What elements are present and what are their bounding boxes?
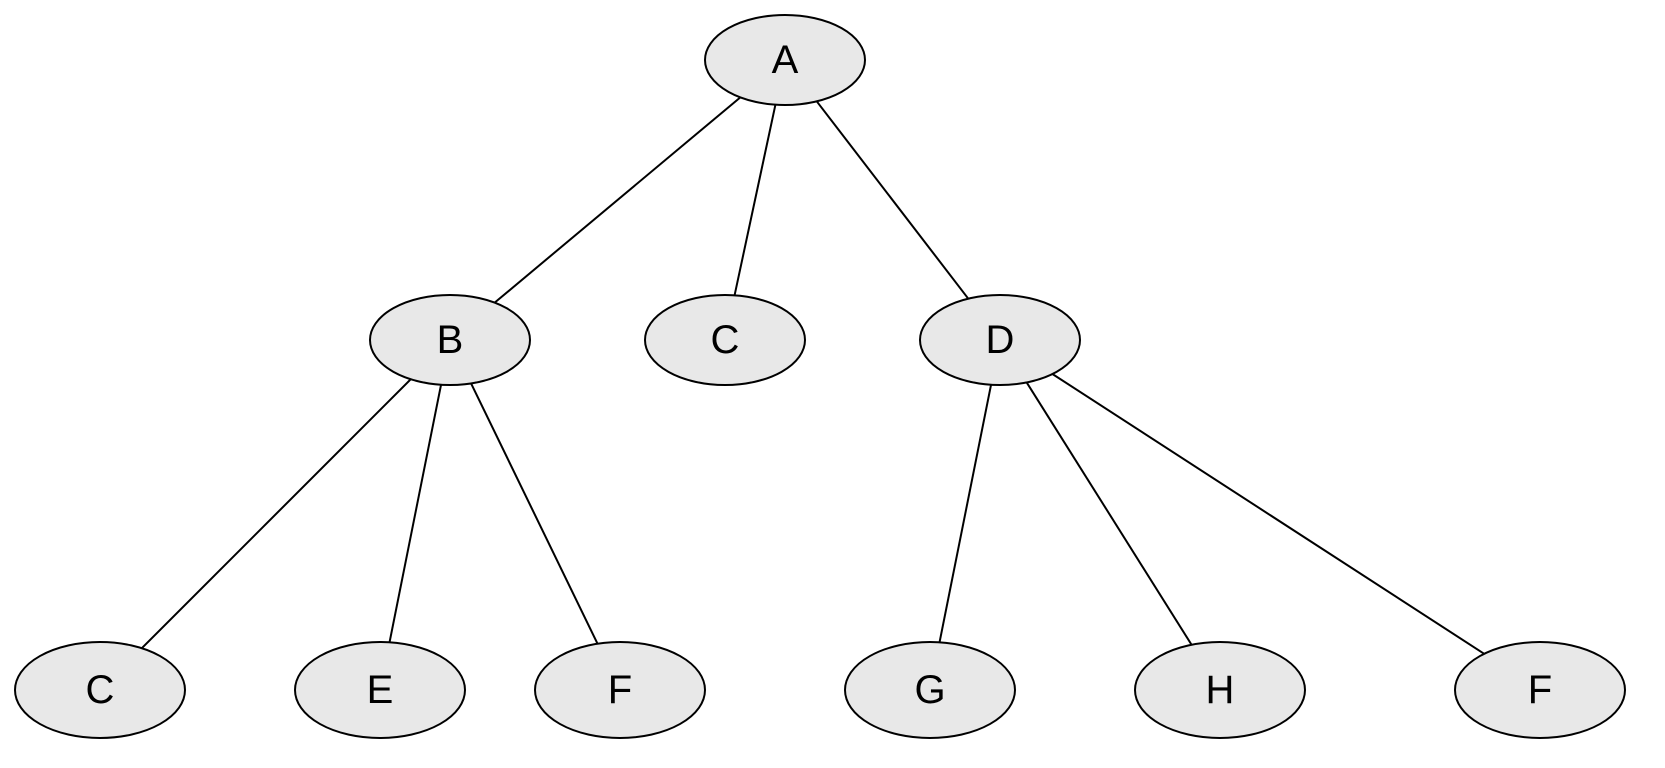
node-c-mid: C bbox=[645, 295, 805, 385]
node-c-mid-label: C bbox=[711, 318, 740, 362]
edge-root-b bbox=[495, 97, 741, 302]
node-d: D bbox=[920, 295, 1080, 385]
node-b-label: B bbox=[437, 318, 464, 362]
edge-d-f2 bbox=[1052, 374, 1484, 654]
node-g-label: G bbox=[914, 668, 945, 712]
node-a-label: A bbox=[772, 38, 799, 82]
node-f-right: F bbox=[1455, 642, 1625, 738]
edge-root-d bbox=[817, 101, 969, 298]
node-b: B bbox=[370, 295, 530, 385]
node-f-right-label: F bbox=[1528, 668, 1552, 712]
edge-b-f1 bbox=[471, 383, 597, 643]
node-d-label: D bbox=[986, 318, 1015, 362]
edge-d-h bbox=[1027, 382, 1192, 644]
edge-root-c1 bbox=[735, 105, 776, 296]
tree-diagram: A B C D C E F G bbox=[0, 0, 1665, 768]
node-g: G bbox=[845, 642, 1015, 738]
node-h: H bbox=[1135, 642, 1305, 738]
node-c-leaf: C bbox=[15, 642, 185, 738]
edges-group bbox=[142, 97, 1484, 653]
node-e: E bbox=[295, 642, 465, 738]
node-c-leaf-label: C bbox=[86, 668, 115, 712]
edge-b-e bbox=[390, 385, 442, 643]
node-f-left: F bbox=[535, 642, 705, 738]
node-a: A bbox=[705, 15, 865, 105]
node-f-left-label: F bbox=[608, 668, 632, 712]
nodes-group: A B C D C E F G bbox=[15, 15, 1625, 738]
edge-d-g bbox=[940, 385, 992, 643]
edge-b-c2 bbox=[142, 379, 411, 648]
node-e-label: E bbox=[367, 668, 394, 712]
node-h-label: H bbox=[1206, 668, 1235, 712]
